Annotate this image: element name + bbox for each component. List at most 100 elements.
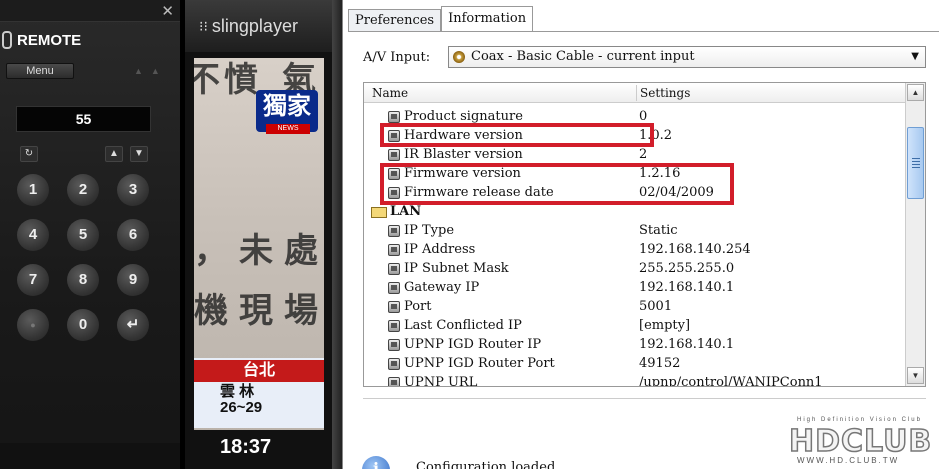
list-item[interactable]: UPNP IGD Router IP 192.168.140.1 xyxy=(364,336,905,355)
tab-information[interactable]: Information xyxy=(441,6,534,32)
list-scrollbar[interactable]: ▲ ▼ xyxy=(905,83,925,386)
video-caption-char: 憤 xyxy=(224,60,258,100)
watermark-logo: HDCLUB xyxy=(788,423,933,460)
remote-bottom-strip xyxy=(0,443,180,469)
channel-up-button[interactable]: ▲ xyxy=(105,146,123,162)
setting-name: UPNP URL xyxy=(404,375,478,387)
scroll-thumb[interactable] xyxy=(907,127,924,199)
setting-name: Product signature xyxy=(404,109,523,124)
column-name-header[interactable]: Name xyxy=(372,86,408,100)
setting-icon xyxy=(388,282,400,294)
clock-text: 18:37 xyxy=(220,436,272,458)
video-caption-char: 處 xyxy=(284,231,318,271)
setting-name: Last Conflicted IP xyxy=(404,318,522,333)
av-input-select[interactable]: Coax - Basic Cable - current input ▼ xyxy=(448,46,926,68)
list-item[interactable]: IP Address 192.168.140.254 xyxy=(364,241,905,260)
refresh-icon[interactable]: ↻ xyxy=(20,146,38,162)
setting-icon xyxy=(388,244,400,256)
setting-value: 192.168.140.254 xyxy=(639,242,751,257)
slingplayer-header: ⁝⁝ slingplayer xyxy=(185,0,332,52)
column-settings-header[interactable]: Settings xyxy=(640,86,690,100)
setting-icon xyxy=(388,301,400,313)
key-1[interactable]: 1 xyxy=(17,174,49,206)
key-7[interactable]: 7 xyxy=(17,264,49,296)
setting-value: [empty] xyxy=(639,318,691,333)
slingplayer-panel: ⁝⁝ slingplayer 不 憤 氣 獨家 NEWS ， 未 處 機 現 場… xyxy=(185,0,332,469)
grip-line xyxy=(912,164,920,165)
grip-line xyxy=(912,158,920,159)
list-header: Name Settings xyxy=(364,83,905,103)
list-item[interactable]: Gateway IP 192.168.140.1 xyxy=(364,279,905,298)
remote-title-row: REMOTE xyxy=(0,22,180,58)
channel-down-button[interactable]: ▼ xyxy=(130,146,148,162)
group-lan[interactable]: LAN xyxy=(364,203,905,222)
setting-name: IP Type xyxy=(404,223,455,238)
setting-icon xyxy=(388,377,400,386)
key-5[interactable]: 5 xyxy=(67,219,99,251)
scroll-up-button[interactable]: ▲ xyxy=(907,84,924,101)
weather-city: 台北 xyxy=(194,360,324,382)
video-caption-char: ， xyxy=(194,231,228,271)
key-6[interactable]: 6 xyxy=(117,219,149,251)
setting-icon xyxy=(388,339,400,351)
video-caption-char: 未 xyxy=(239,231,273,271)
setting-icon xyxy=(388,358,400,370)
highlight-box xyxy=(380,163,734,205)
list-item[interactable]: Last Conflicted IP [empty] xyxy=(364,317,905,336)
setting-icon xyxy=(388,111,400,123)
video-caption-char: 場 xyxy=(284,291,318,331)
slingplayer-title: slingplayer xyxy=(211,15,298,36)
setting-value: /upnp/control/WANIPConn1 xyxy=(639,375,823,387)
chevron-down-icon[interactable]: ▼ xyxy=(911,47,919,67)
setting-name: IP Subnet Mask xyxy=(404,261,509,276)
setting-icon xyxy=(388,320,400,332)
setting-icon xyxy=(388,263,400,275)
info-list[interactable]: Name Settings Product signature 0 Hardwa… xyxy=(363,82,926,387)
key-dot[interactable]: ● xyxy=(17,309,49,341)
tab-preferences[interactable]: Preferences xyxy=(348,9,442,32)
list-item[interactable]: UPNP IGD Router Port 49152 xyxy=(364,355,905,374)
tab-bar: Preferences Information xyxy=(348,6,534,32)
group-name: LAN xyxy=(390,204,422,219)
key-2[interactable]: 2 xyxy=(67,174,99,206)
menu-row: Menu ▲▲ xyxy=(0,58,180,84)
list-item[interactable]: Port 5001 xyxy=(364,298,905,317)
properties-dialog: Preferences Information A/V Input: Coax … xyxy=(342,0,939,469)
key-3[interactable]: 3 xyxy=(117,174,149,206)
setting-value: 192.168.140.1 xyxy=(639,337,735,352)
enter-icon[interactable]: ↵ xyxy=(117,309,149,341)
list-item[interactable]: UPNP URL /upnp/control/WANIPConn1 xyxy=(364,374,905,387)
setting-icon xyxy=(388,149,400,161)
weather-range: 26~29 xyxy=(220,399,263,416)
watermark: High Definition Vision Club HDCLUB WWW.H… xyxy=(787,414,937,466)
remote-topbar: ✕ xyxy=(0,0,180,22)
folder-open-icon xyxy=(371,207,387,218)
setting-value: 49152 xyxy=(639,356,681,371)
setting-value: 255.255.255.0 xyxy=(639,261,735,276)
remote-panel: ✕ REMOTE Menu ▲▲ 55 ↻ ▲ ▼ 1 2 3 4 5 6 7 … xyxy=(0,0,180,469)
setting-name: IR Blaster version xyxy=(404,147,523,162)
key-0[interactable]: 0 xyxy=(67,309,99,341)
list-item[interactable]: IP Type Static xyxy=(364,222,905,241)
column-separator[interactable] xyxy=(636,85,637,101)
coax-icon xyxy=(453,51,465,63)
slingplayer-logo-icon: ⁝⁝ xyxy=(199,17,208,34)
close-icon[interactable]: ✕ xyxy=(161,2,174,20)
news-logo-sub: NEWS xyxy=(266,124,310,134)
list-item[interactable]: IP Subnet Mask 255.255.255.0 xyxy=(364,260,905,279)
av-input-label: A/V Input: xyxy=(363,50,431,65)
video-frame[interactable]: 不 憤 氣 獨家 NEWS ， 未 處 機 現 場 台北 雲 林 26~29 1… xyxy=(194,58,324,469)
setting-value: 0 xyxy=(639,109,648,124)
scroll-down-button[interactable]: ▼ xyxy=(907,367,924,384)
key-9[interactable]: 9 xyxy=(117,264,149,296)
key-8[interactable]: 8 xyxy=(67,264,99,296)
menu-button[interactable]: Menu xyxy=(6,63,74,79)
setting-name: Gateway IP xyxy=(404,280,480,295)
status-text: Configuration loaded xyxy=(416,460,556,469)
grip-line xyxy=(912,161,920,162)
menu-arrows-icon: ▲▲ xyxy=(134,66,168,76)
panel-divider xyxy=(332,0,342,469)
av-input-value: Coax - Basic Cable - current input xyxy=(471,49,695,64)
setting-name: UPNP IGD Router Port xyxy=(404,356,555,371)
key-4[interactable]: 4 xyxy=(17,219,49,251)
